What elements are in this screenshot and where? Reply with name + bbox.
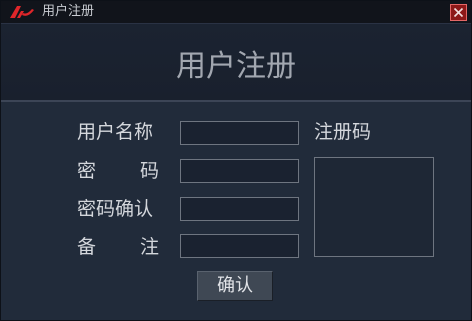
password-input[interactable] <box>180 159 299 183</box>
registration-code-label: 注册码 <box>314 121 372 143</box>
registration-code-box[interactable] <box>314 157 434 257</box>
app-logo-icon <box>10 6 34 18</box>
remark-label: 备 注 <box>77 235 159 259</box>
password-label: 密 码 <box>77 159 159 183</box>
confirm-password-label: 密码确认 <box>77 198 154 220</box>
username-label: 用户名称 <box>77 121 154 143</box>
window-title: 用户注册 <box>42 4 95 19</box>
registration-window: 用户注册 用户注册 用户名称 密 码 密码确认 备 注 注册码 确认 <box>0 0 472 321</box>
confirm-button[interactable]: 确认 <box>197 271 273 301</box>
confirm-password-input[interactable] <box>180 197 299 221</box>
close-icon <box>453 7 464 18</box>
remark-label-char-2: 注 <box>139 236 159 258</box>
remark-label-char-1: 备 <box>77 236 97 258</box>
password-label-char-1: 密 <box>77 160 97 182</box>
remark-input[interactable] <box>180 234 299 258</box>
close-button[interactable] <box>450 4 467 21</box>
password-label-char-2: 码 <box>139 160 159 182</box>
username-input[interactable] <box>180 121 299 145</box>
title-bar[interactable]: 用户注册 <box>1 1 471 24</box>
page-title: 用户注册 <box>176 49 296 84</box>
